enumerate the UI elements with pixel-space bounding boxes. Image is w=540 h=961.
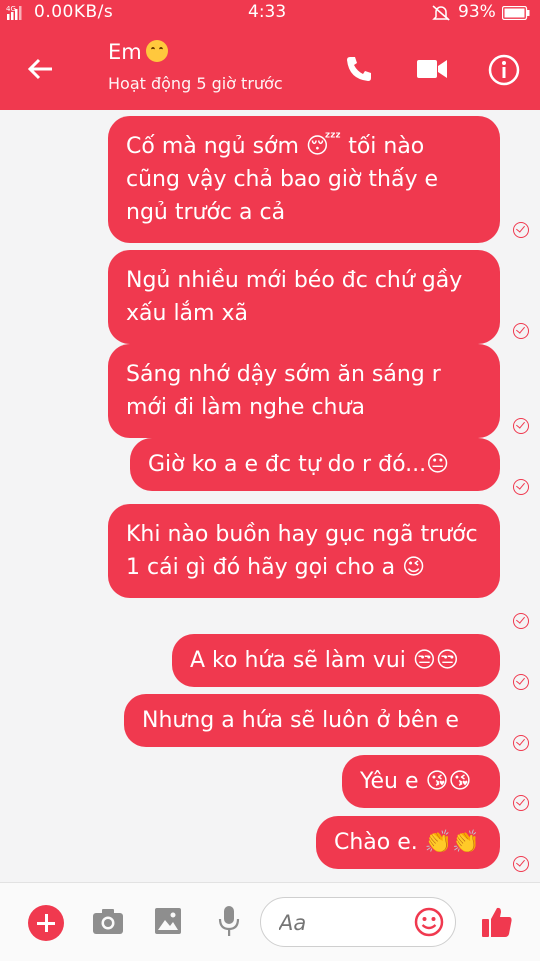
seen-check-icon bbox=[513, 674, 529, 690]
network-speed: 0.00KB/s bbox=[34, 2, 114, 22]
seen-check-icon bbox=[513, 856, 529, 872]
alarm-off-icon bbox=[432, 5, 450, 21]
message-text: Ngủ nhiều mới béo đc chứ gầy xấu lắm xã bbox=[126, 268, 463, 326]
contact-status: Hoạt động 5 giờ trước bbox=[108, 74, 283, 93]
thumbs-up-icon[interactable] bbox=[480, 905, 514, 939]
image-icon[interactable] bbox=[154, 907, 182, 935]
camera-icon[interactable] bbox=[92, 907, 124, 935]
message-text: Giờ ko a e đc tự do r đó...😐 bbox=[148, 452, 450, 477]
chat-header: Em Hoạt động 5 giờ trước bbox=[0, 26, 540, 110]
battery-percent: 93% bbox=[458, 2, 496, 22]
message-bubble[interactable]: Giờ ko a e đc tự do r đó...😐 bbox=[130, 438, 500, 491]
message-bubble[interactable]: Chào e. 👏👏 bbox=[316, 816, 500, 869]
message-text: Sáng nhớ dậy sớm ăn sáng r mới đi làm ng… bbox=[126, 362, 441, 420]
seen-check-icon bbox=[513, 613, 529, 629]
message-bubble[interactable]: A ko hứa sẽ làm vui 😒😒 bbox=[172, 634, 500, 687]
message-composer bbox=[0, 882, 540, 961]
seen-check-icon bbox=[513, 418, 529, 434]
message-text: Cố mà ngủ sớm 😴 tối nào cũng vậy chả bao… bbox=[126, 134, 438, 225]
status-bar: 4G 0.00KB/s 4:33 93% bbox=[0, 0, 540, 26]
message-input[interactable] bbox=[277, 908, 411, 938]
emoji-icon[interactable] bbox=[414, 907, 444, 937]
seen-check-icon bbox=[513, 735, 529, 751]
video-camera-icon[interactable] bbox=[416, 56, 448, 82]
contact-name[interactable]: Em bbox=[108, 40, 168, 64]
message-text: Khi nào buồn hay gục ngã trước 1 cái gì … bbox=[126, 522, 478, 580]
clock: 4:33 bbox=[248, 2, 287, 22]
seen-check-icon bbox=[513, 323, 529, 339]
battery-icon bbox=[502, 6, 530, 20]
message-bubble[interactable]: Khi nào buồn hay gục ngã trước 1 cái gì … bbox=[108, 504, 500, 598]
svg-text:4G: 4G bbox=[6, 5, 16, 13]
message-bubble[interactable]: Nhưng a hứa sẽ luôn ở bên e bbox=[124, 694, 500, 747]
message-text: Yêu e 😘😘 bbox=[360, 769, 472, 794]
seen-check-icon bbox=[513, 222, 529, 238]
message-text: Nhưng a hứa sẽ luôn ở bên e bbox=[142, 708, 459, 733]
message-bubble[interactable]: Ngủ nhiều mới béo đc chứ gầy xấu lắm xã bbox=[108, 250, 500, 344]
contact-name-text: Em bbox=[108, 40, 142, 64]
message-list[interactable]: Cố mà ngủ sớm 😴 tối nào cũng vậy chả bao… bbox=[0, 110, 540, 882]
seen-check-icon bbox=[513, 479, 529, 495]
seen-check-icon bbox=[513, 795, 529, 811]
message-text: A ko hứa sẽ làm vui 😒😒 bbox=[190, 648, 459, 673]
message-text: Chào e. 👏👏 bbox=[334, 830, 480, 855]
signal-icon: 4G bbox=[6, 5, 22, 20]
message-bubble[interactable]: Yêu e 😘😘 bbox=[342, 755, 500, 808]
back-arrow-icon[interactable] bbox=[24, 52, 58, 86]
kiss-emoji-icon bbox=[145, 40, 168, 62]
microphone-icon[interactable] bbox=[218, 905, 240, 937]
message-bubble[interactable]: Cố mà ngủ sớm 😴 tối nào cũng vậy chả bao… bbox=[108, 116, 500, 243]
plus-icon[interactable] bbox=[28, 905, 64, 941]
info-icon[interactable] bbox=[488, 54, 520, 86]
phone-icon[interactable] bbox=[344, 54, 374, 84]
message-bubble[interactable]: Sáng nhớ dậy sớm ăn sáng r mới đi làm ng… bbox=[108, 344, 500, 438]
